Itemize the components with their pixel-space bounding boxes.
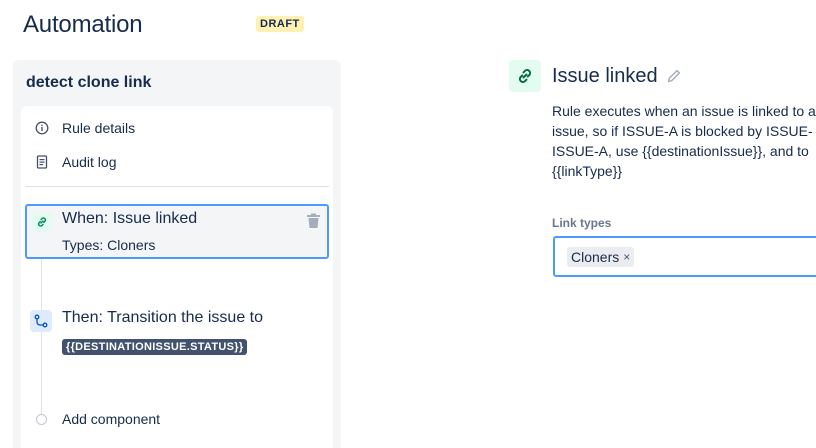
- page-title: Automation: [23, 11, 143, 38]
- trigger-component[interactable]: When: Issue linked Types: Cloners: [25, 204, 329, 259]
- smart-value-tag: {{DESTINATIONISSUE.STATUS}}: [62, 339, 248, 355]
- link-types-select[interactable]: Cloners ×: [553, 236, 816, 277]
- nav-audit-log[interactable]: Audit log: [35, 150, 116, 174]
- description-line: {{linkType}}: [552, 163, 623, 179]
- document-icon: [35, 155, 49, 169]
- timeline-line: [41, 256, 42, 416]
- link-icon: [509, 60, 541, 92]
- nav-audit-log-label: Audit log: [62, 154, 117, 170]
- pencil-icon[interactable]: [666, 68, 682, 84]
- divider: [25, 186, 329, 187]
- description-line: issue, so if ISSUE-A is blocked by ISSUE…: [552, 123, 813, 139]
- description-line: ISSUE-A, use {{destinationIssue}}, and t…: [552, 143, 809, 159]
- detail-title: Issue linked: [552, 65, 658, 87]
- status-badge: DRAFT: [256, 16, 304, 32]
- nav-rule-details[interactable]: Rule details: [35, 116, 135, 140]
- description-line: Rule executes when an issue is linked to…: [552, 103, 816, 119]
- trash-icon[interactable]: [305, 212, 321, 230]
- nav-rule-details-label: Rule details: [62, 120, 136, 136]
- transition-icon: [30, 310, 52, 332]
- rule-panel: detect clone link Rule details Audit log: [13, 60, 341, 448]
- trigger-title: When: Issue linked: [62, 210, 198, 227]
- link-type-chip: Cloners ×: [567, 247, 635, 267]
- info-icon: [35, 121, 49, 135]
- trigger-subtitle: Types: Cloners: [62, 237, 156, 253]
- detail-description: Rule executes when an issue is linked to…: [552, 101, 816, 181]
- remove-chip-icon[interactable]: ×: [623, 247, 630, 267]
- rule-components-card: Rule details Audit log When: Issue linke…: [21, 106, 333, 448]
- add-component-dot: [36, 414, 47, 425]
- link-types-label: Link types: [552, 216, 612, 230]
- chip-label: Cloners: [571, 249, 620, 265]
- rule-name: detect clone link: [26, 74, 152, 91]
- link-icon: [32, 212, 52, 232]
- action-title[interactable]: Then: Transition the issue to: [62, 309, 263, 327]
- automation-page: Automation DRAFT detect clone link Rule …: [0, 0, 816, 448]
- add-component-button[interactable]: Add component: [62, 411, 160, 427]
